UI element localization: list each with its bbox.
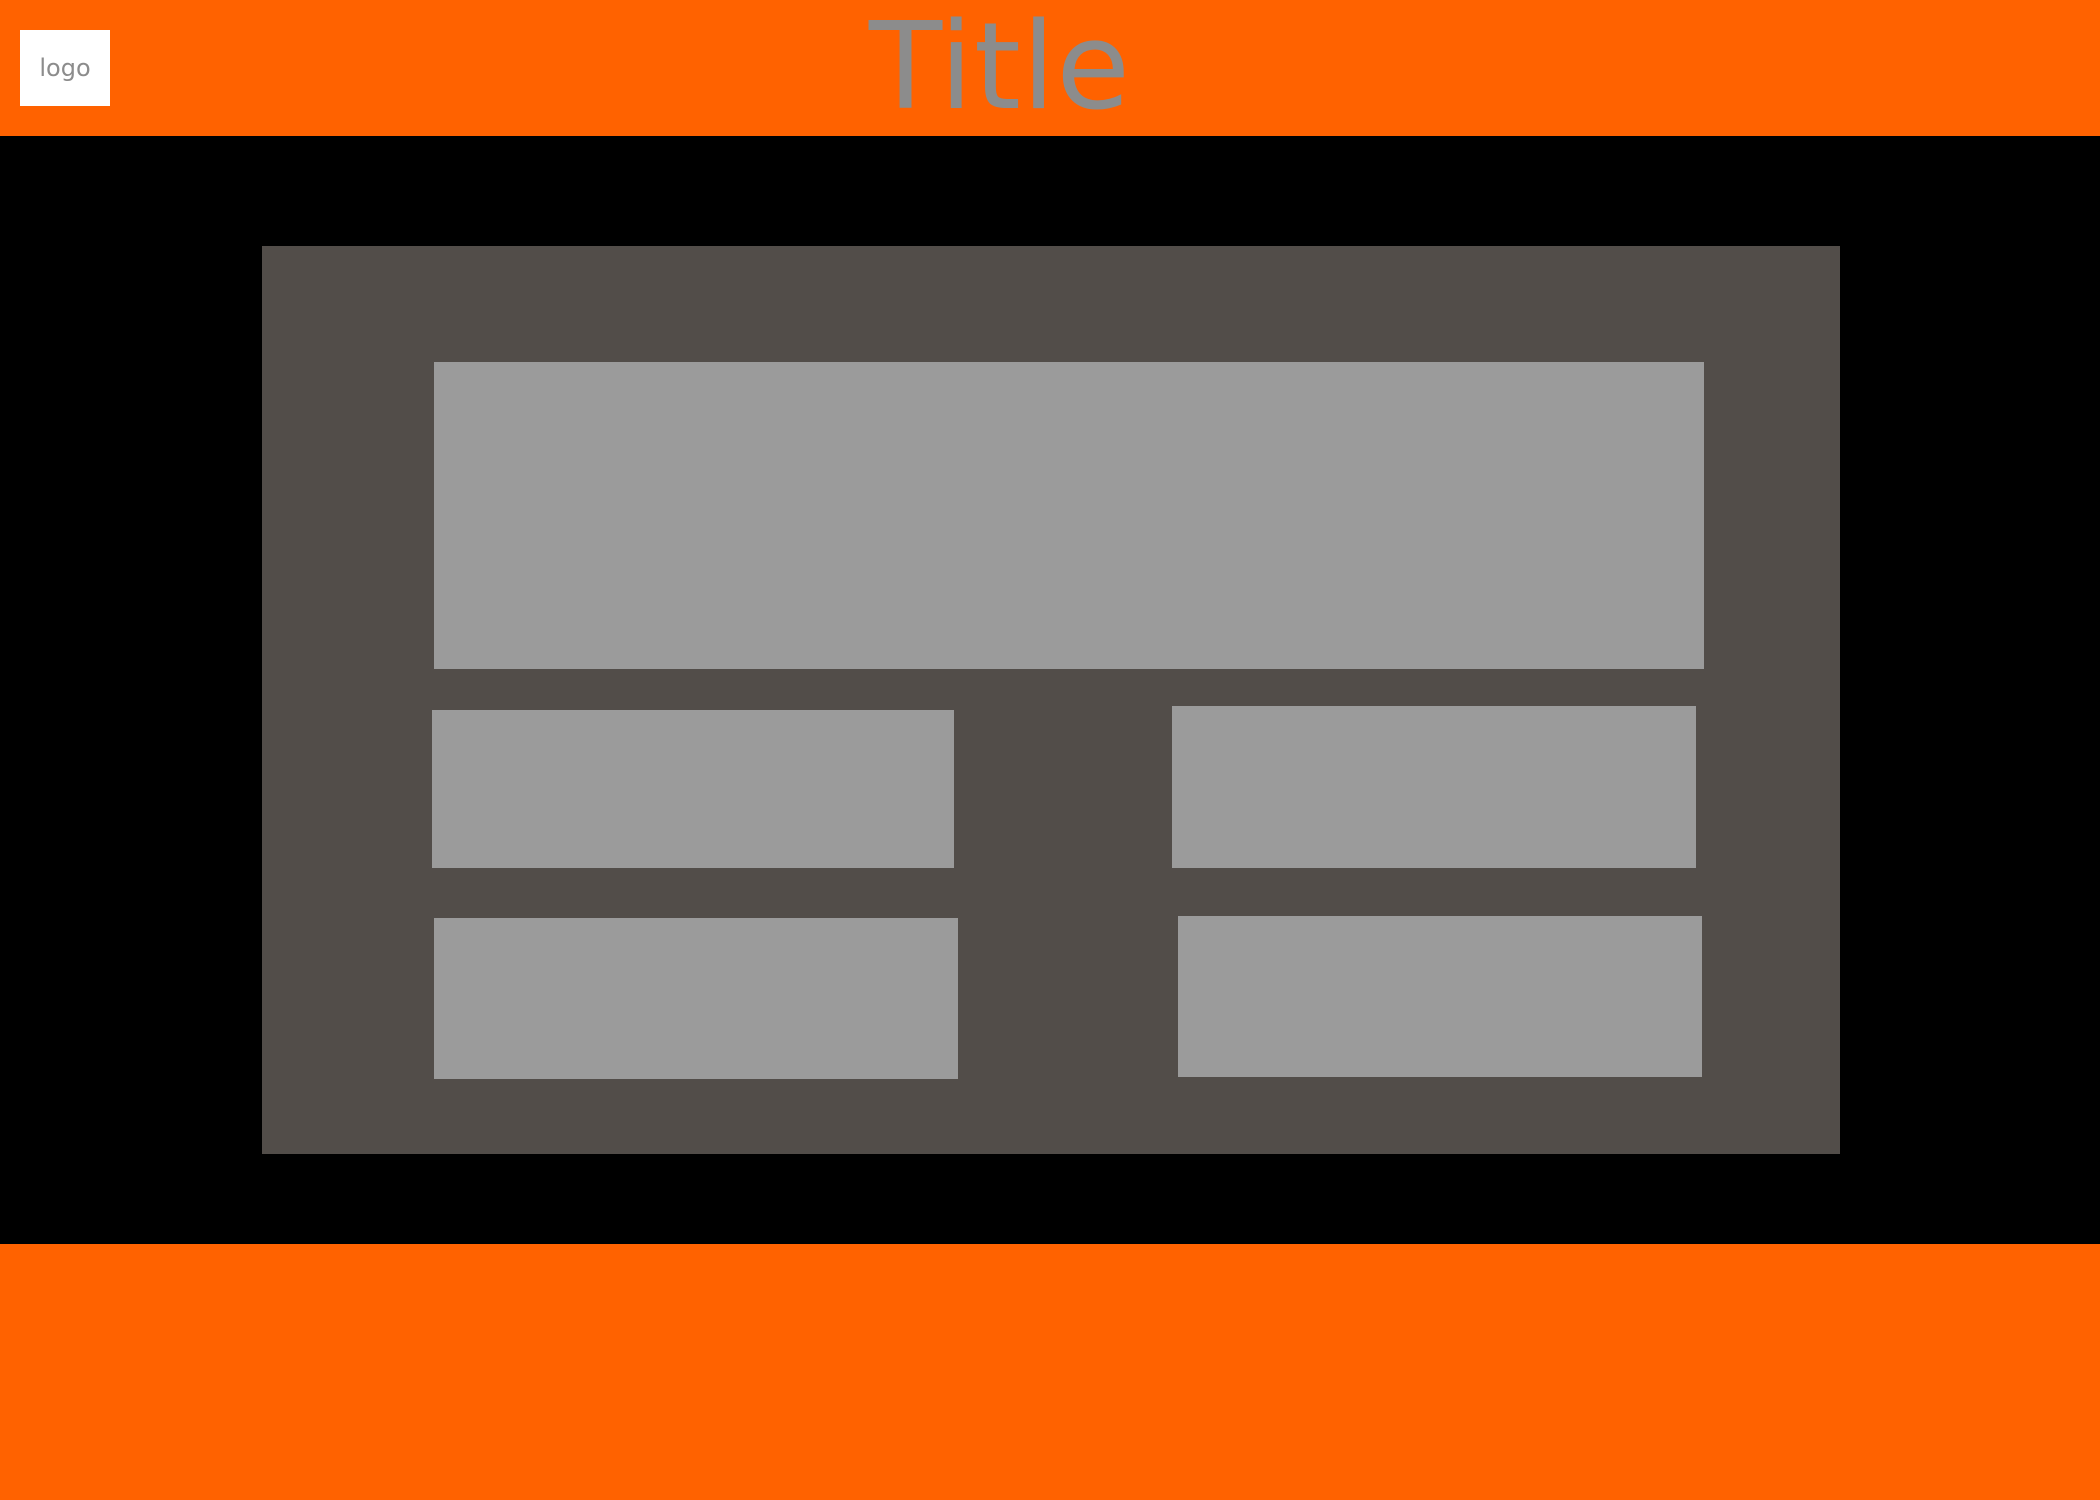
card-placeholder-3	[434, 918, 958, 1079]
header-bar: logo Title	[0, 0, 2100, 136]
footer-bar	[0, 1244, 2100, 1500]
card-placeholder-1	[432, 710, 954, 868]
page-title: Title	[868, 0, 1132, 137]
card-placeholder-4	[1178, 916, 1702, 1077]
card-placeholder-2	[1172, 706, 1696, 868]
hero-placeholder	[434, 362, 1704, 669]
